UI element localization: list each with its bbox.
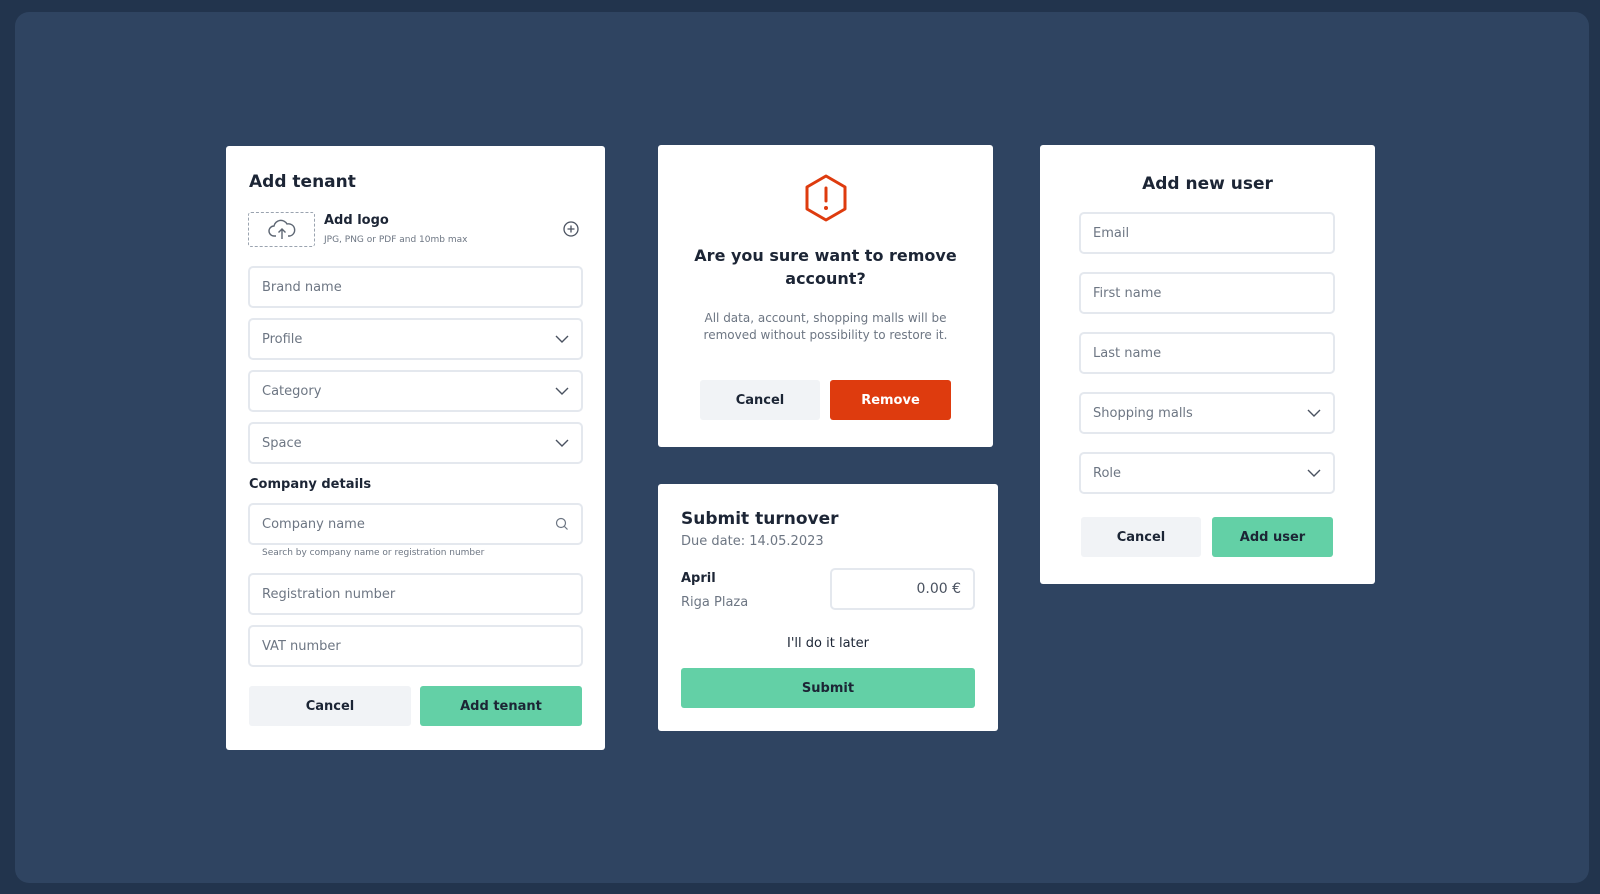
add-user-title: Add new user [1142, 174, 1273, 194]
company-name-placeholder: Company name [262, 516, 365, 532]
do-it-later-link[interactable]: I'll do it later [681, 636, 975, 651]
submit-turnover-card: Submit turnover Due date: 14.05.2023 Apr… [658, 484, 998, 731]
remove-button[interactable]: Remove [830, 380, 951, 420]
brand-name-field[interactable]: Brand name [248, 266, 583, 308]
category-placeholder: Category [262, 383, 322, 399]
company-name-search[interactable]: Company name [248, 503, 583, 545]
profile-select[interactable]: Profile [248, 318, 583, 360]
space-select[interactable]: Space [248, 422, 583, 464]
add-user-button[interactable]: Add user [1212, 517, 1333, 557]
turnover-amount-input[interactable]: 0.00 € [830, 568, 975, 610]
last-name-field[interactable]: Last name [1079, 332, 1335, 374]
email-field[interactable]: Email [1079, 212, 1335, 254]
turnover-month: April [681, 571, 716, 586]
registration-number-placeholder: Registration number [262, 586, 396, 602]
logo-label: Add logo [324, 213, 389, 228]
chevron-down-icon [1307, 409, 1321, 417]
profile-placeholder: Profile [262, 331, 303, 347]
add-tenant-card: Add tenant Add logo JPG, PNG or PDF and … [226, 146, 605, 750]
registration-number-field[interactable]: Registration number [248, 573, 583, 615]
turnover-amount-value: 0.00 € [916, 581, 961, 597]
first-name-field[interactable]: First name [1079, 272, 1335, 314]
role-placeholder: Role [1093, 465, 1122, 481]
chevron-down-icon [555, 439, 569, 447]
email-placeholder: Email [1093, 225, 1130, 241]
add-user-card: Add new user Email First name Last name … [1040, 145, 1375, 584]
turnover-due-date: Due date: 14.05.2023 [681, 534, 824, 549]
chevron-down-icon [555, 387, 569, 395]
logo-dropzone[interactable] [248, 212, 315, 247]
cloud-upload-icon [267, 219, 295, 239]
remove-dialog-title: Are you sure want to remove account? [694, 246, 957, 288]
company-details-heading: Company details [249, 477, 372, 492]
remove-dialog-message: All data, account, shopping malls will b… [703, 311, 948, 342]
logo-hint: JPG, PNG or PDF and 10mb max [324, 235, 468, 245]
shopping-malls-select[interactable]: Shopping malls [1079, 392, 1335, 434]
cancel-button[interactable]: Cancel [700, 380, 820, 420]
turnover-title: Submit turnover [681, 509, 839, 529]
category-select[interactable]: Category [248, 370, 583, 412]
turnover-mall: Riga Plaza [681, 595, 749, 610]
first-name-placeholder: First name [1093, 285, 1162, 301]
vat-number-placeholder: VAT number [262, 638, 341, 654]
add-tenant-button[interactable]: Add tenant [420, 686, 582, 726]
shopping-malls-placeholder: Shopping malls [1093, 405, 1193, 421]
vat-number-field[interactable]: VAT number [248, 625, 583, 667]
warning-hexagon-icon [805, 174, 847, 222]
role-select[interactable]: Role [1079, 452, 1335, 494]
remove-account-dialog: Are you sure want to remove account? All… [658, 145, 993, 447]
chevron-down-icon [555, 335, 569, 343]
cancel-button[interactable]: Cancel [1081, 517, 1201, 557]
chevron-down-icon [1307, 469, 1321, 477]
add-tenant-title: Add tenant [249, 172, 356, 192]
space-placeholder: Space [262, 435, 302, 451]
search-icon [555, 517, 568, 530]
cancel-button[interactable]: Cancel [249, 686, 411, 726]
brand-name-placeholder: Brand name [262, 279, 342, 295]
submit-button[interactable]: Submit [681, 668, 975, 708]
last-name-placeholder: Last name [1093, 345, 1162, 361]
add-circle-icon[interactable] [562, 220, 580, 238]
company-name-hint: Search by company name or registration n… [262, 548, 485, 558]
